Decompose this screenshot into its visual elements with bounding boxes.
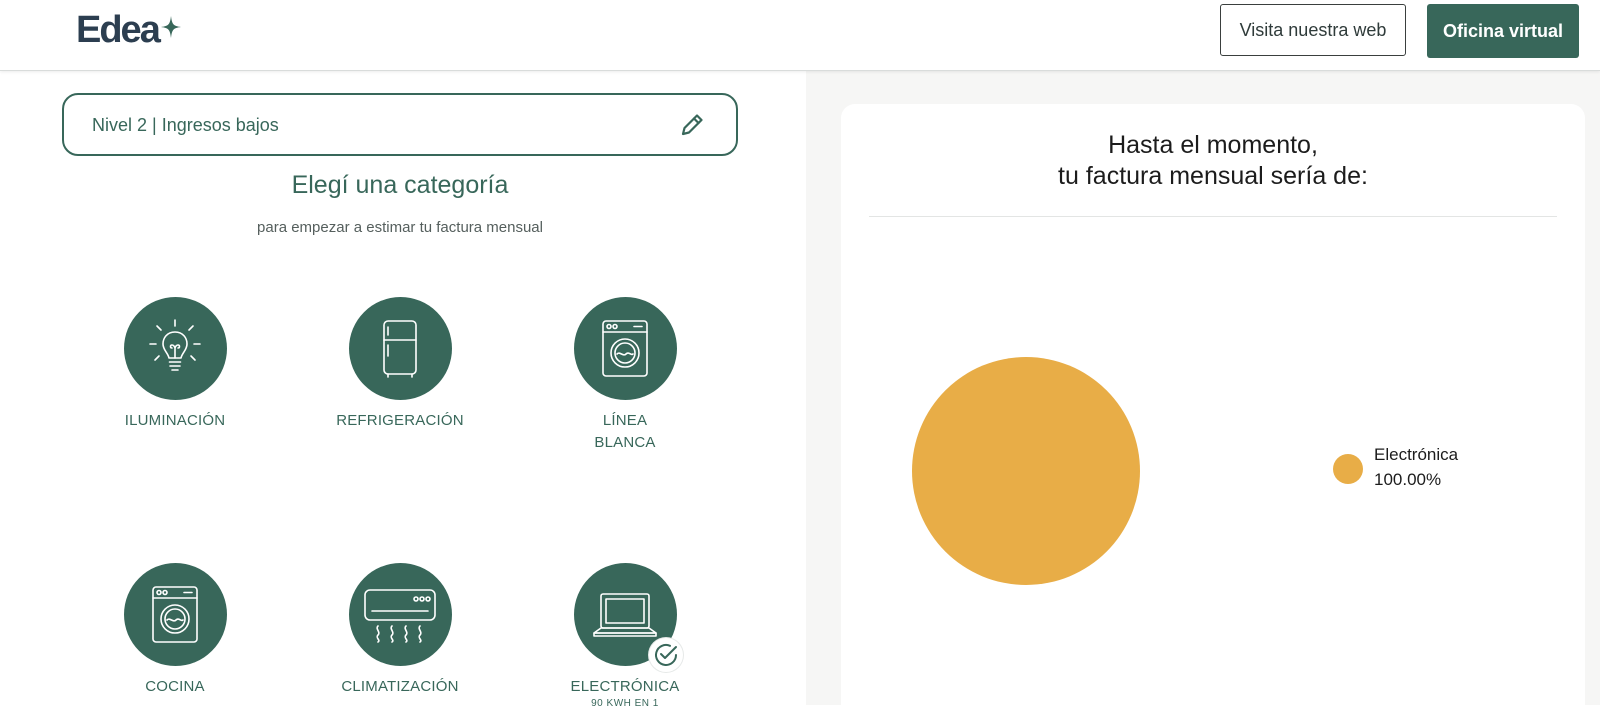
category-refrigeracion[interactable]: REFRIGERACIÓN xyxy=(310,297,490,432)
category-icon-circle xyxy=(348,563,452,666)
category-label: LÍNEA BLANCA xyxy=(535,410,715,454)
laptop-icon xyxy=(593,592,657,637)
oven-icon xyxy=(152,585,198,643)
virtual-office-button[interactable]: Oficina virtual xyxy=(1427,4,1579,58)
summary-title: Hasta el momento, tu factura mensual ser… xyxy=(841,130,1585,192)
category-sub-label: 90 KWH EN 1 xyxy=(591,698,659,709)
sparkle-icon xyxy=(160,16,181,38)
top-header: Edea Visita nuestra web Oficina virtual xyxy=(0,0,1600,71)
category-cocina[interactable]: COCINA xyxy=(85,563,265,698)
category-label: ILUMINACIÓN xyxy=(124,412,226,429)
summary-divider xyxy=(869,216,1557,217)
pencil-icon[interactable] xyxy=(678,111,706,139)
fridge-icon xyxy=(383,319,417,378)
visit-website-button[interactable]: Visita nuestra web xyxy=(1220,4,1406,56)
category-linea-blanca[interactable]: LÍNEA BLANCA xyxy=(535,297,715,454)
check-circle-icon xyxy=(654,644,677,666)
lightbulb-icon xyxy=(149,318,201,371)
air-conditioner-icon xyxy=(364,588,436,643)
category-label: COCINA xyxy=(145,678,205,695)
category-label: ELECTRÓNICA xyxy=(570,678,680,695)
selected-badge xyxy=(648,638,683,672)
category-label-line2: BLANCA xyxy=(594,434,656,451)
legend-percent: 100.00% xyxy=(1374,470,1442,489)
category-icon-circle xyxy=(348,297,452,400)
legend-entry: Electrónica 100.00% xyxy=(1374,442,1458,492)
summary-card: Hasta el momento, tu factura mensual ser… xyxy=(841,104,1585,724)
category-icon-circle xyxy=(123,563,227,666)
washing-machine-icon xyxy=(602,319,648,377)
category-title: Elegí una categoría xyxy=(291,171,509,199)
category-climatizacion[interactable]: CLIMATIZACIÓN xyxy=(310,563,490,698)
summary-title-line1: Hasta el momento, xyxy=(1108,131,1318,159)
category-subtitle: para empezar a estimar tu factura mensua… xyxy=(257,219,543,236)
edea-logo[interactable]: Edea xyxy=(76,8,181,52)
category-label: CLIMATIZACIÓN xyxy=(341,678,459,695)
category-icon-circle xyxy=(573,563,683,672)
category-iluminacion[interactable]: ILUMINACIÓN xyxy=(85,297,265,432)
legend-swatch-electronica xyxy=(1333,454,1363,484)
category-electronica[interactable]: ELECTRÓNICA 90 KWH EN 1 xyxy=(535,563,715,710)
category-icon-circle xyxy=(123,297,227,400)
category-icon-circle xyxy=(573,297,677,400)
level-selector[interactable]: Nivel 2 | Ingresos bajos xyxy=(62,93,738,156)
legend-label: Electrónica xyxy=(1374,445,1459,464)
level-label: Nivel 2 | Ingresos bajos xyxy=(92,115,279,135)
category-label: REFRIGERACIÓN xyxy=(336,412,464,429)
category-label-line1: LÍNEA xyxy=(602,412,648,429)
pie-slice-electrónica xyxy=(912,357,1140,585)
chart-legend: Electrónica 100.00% xyxy=(1333,442,1458,492)
consumption-pie-chart xyxy=(912,357,1140,585)
logo-text: Edea xyxy=(76,8,161,51)
summary-title-line2: tu factura mensual sería de: xyxy=(1058,162,1368,190)
